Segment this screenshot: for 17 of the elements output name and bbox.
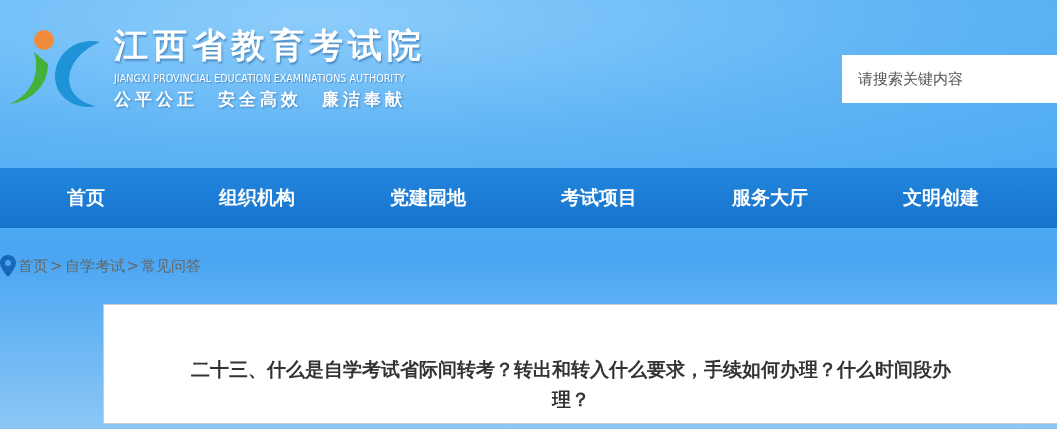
breadcrumb-link[interactable]: 首页 [18,256,48,276]
site-motto: 公平公正 安全高效 廉洁奉献 [114,88,407,111]
breadcrumb-link[interactable]: 常见问答 [141,256,202,276]
site-title: 江西省教育考试院 [114,24,426,67]
nav-item[interactable]: 文明创建 [855,168,1026,228]
nav-item[interactable]: 党建园地 [342,168,513,228]
nav-item[interactable]: 服务大厅 [684,168,855,228]
location-pin-icon [0,255,16,277]
breadcrumb-link[interactable]: 自学考试 [64,256,125,276]
site-subtitle: JIANGXI PROVINCIAL EDUCATION EXAMINATIONS AUTHORITY [114,73,406,84]
nav-item[interactable]: 组织机构 [171,168,342,228]
article-title: 二十三、什么是自学考试省际间转考？转出和转入什么要求，手续如何办理？什么时间段办理？ [189,358,952,412]
nav-item[interactable]: 考试项目 [513,168,684,228]
breadcrumb-separator: > [126,257,140,275]
breadcrumb-separator: > [50,257,63,275]
search-field[interactable]: 请搜索关键内容 [842,55,1057,103]
nav-item[interactable]: 首页 [0,168,171,228]
